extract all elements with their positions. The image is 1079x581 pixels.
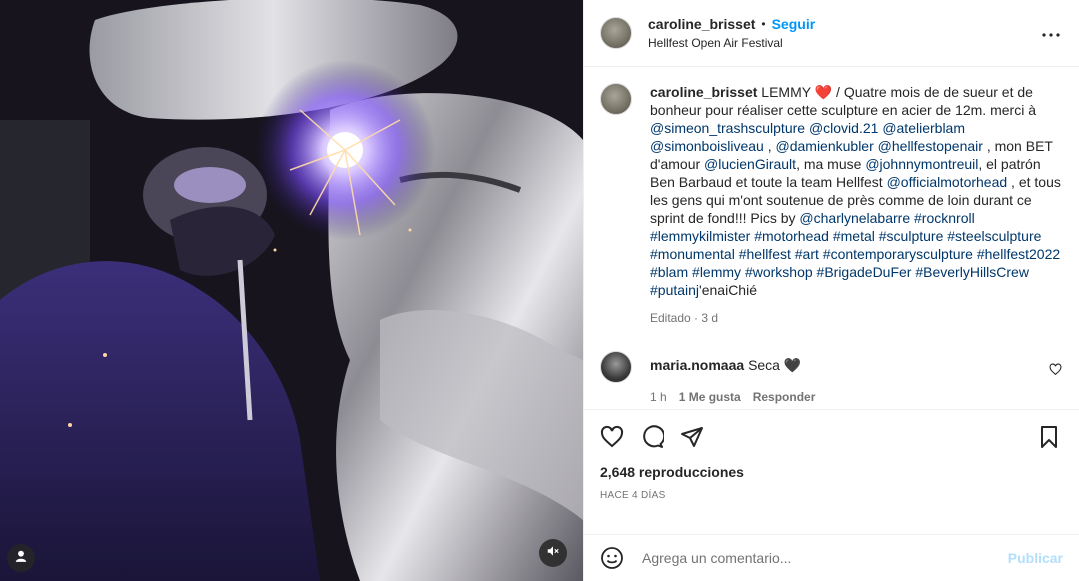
- view-count[interactable]: 2,648 reproducciones: [600, 464, 1063, 480]
- caption-link[interactable]: @hellfestopenair: [878, 138, 983, 154]
- caption-fragment: ,: [763, 138, 776, 154]
- more-horizontal-icon: [1042, 24, 1060, 42]
- post-media[interactable]: [0, 0, 583, 581]
- caption-link[interactable]: #sculpture: [879, 228, 944, 244]
- caption-fragment: 'enaiChié: [699, 282, 757, 298]
- caption-link[interactable]: @clovid.21: [809, 120, 878, 136]
- comment-body: Seca 🖤: [748, 357, 802, 373]
- caption-link[interactable]: #lemmy: [692, 264, 741, 280]
- comment-text: maria.nomaaa Seca 🖤: [650, 351, 1049, 374]
- paper-plane-icon[interactable]: [680, 424, 706, 450]
- more-options-button[interactable]: [1039, 21, 1063, 45]
- comment-meta: 1 h 1 Me gusta Responder: [650, 390, 1049, 404]
- comment-composer: Publicar: [584, 534, 1079, 581]
- follow-button[interactable]: Seguir: [772, 16, 816, 32]
- caption-link[interactable]: #lemmykilmister: [650, 228, 750, 244]
- caption-link[interactable]: #monumental: [650, 246, 735, 262]
- caption-text: caroline_brisset LEMMY ❤️ / Quatre mois …: [650, 83, 1063, 299]
- caption-link[interactable]: @damienkubler: [776, 138, 874, 154]
- caption: caroline_brisset LEMMY ❤️ / Quatre mois …: [600, 83, 1063, 325]
- caption-link[interactable]: @atelierblam: [882, 120, 965, 136]
- caption-fragment: LEMMY: [761, 84, 815, 100]
- caption-link[interactable]: @simeon_trashsculpture: [650, 120, 805, 136]
- caption-link[interactable]: #BrigadeDuFer: [817, 264, 912, 280]
- caption-fragment: , ma muse: [796, 156, 866, 172]
- caption-link[interactable]: #hellfest2022: [977, 246, 1060, 262]
- bookmark-icon[interactable]: [1037, 424, 1063, 450]
- user-tag-icon: [14, 549, 28, 568]
- comment-input[interactable]: [640, 549, 1008, 567]
- caption-link[interactable]: #metal: [833, 228, 875, 244]
- caption-link[interactable]: #contemporarysculpture: [823, 246, 973, 262]
- comment-time[interactable]: 1 h: [650, 390, 667, 404]
- post-date[interactable]: HACE 4 DÍAS: [600, 490, 1063, 501]
- caption-link[interactable]: #blam: [650, 264, 688, 280]
- caption-link[interactable]: #workshop: [745, 264, 813, 280]
- caption-link[interactable]: @charlynelabarre: [799, 210, 910, 226]
- separator-dot: •: [761, 17, 766, 31]
- author-avatar[interactable]: [600, 17, 632, 49]
- emoji-smiley-icon[interactable]: [600, 546, 624, 570]
- caption-link[interactable]: @officialmotorhead: [887, 174, 1008, 190]
- caption-link[interactable]: #steelsculpture: [947, 228, 1041, 244]
- heart-outline-small-icon[interactable]: [1049, 363, 1063, 377]
- sound-off-icon: [546, 544, 560, 563]
- caption-link[interactable]: #BeverlyHillsCrew: [915, 264, 1029, 280]
- comment-item: maria.nomaaa Seca 🖤 1 h 1 Me gusta Respo…: [600, 351, 1063, 404]
- reply-button[interactable]: Responder: [753, 390, 816, 404]
- publish-button[interactable]: Publicar: [1008, 550, 1063, 566]
- commenter-username[interactable]: maria.nomaaa: [650, 357, 744, 373]
- comment-bubble-icon[interactable]: [640, 424, 666, 450]
- caption-link[interactable]: #motorhead: [754, 228, 829, 244]
- caption-link[interactable]: #rocknroll: [914, 210, 975, 226]
- comment-likes[interactable]: 1 Me gusta: [679, 390, 741, 404]
- post-location[interactable]: Hellfest Open Air Festival: [648, 36, 1039, 50]
- caption-meta: Editado · 3 d: [650, 311, 719, 325]
- commenter-avatar[interactable]: [600, 351, 632, 383]
- post-side-panel: caroline_brisset • Seguir Hellfest Open …: [583, 0, 1079, 581]
- author-username[interactable]: caroline_brisset: [648, 16, 755, 32]
- caption-link[interactable]: #art: [795, 246, 819, 262]
- tagged-users-button[interactable]: [7, 544, 35, 572]
- post-header: caroline_brisset • Seguir Hellfest Open …: [584, 0, 1079, 67]
- heart-emoji: ❤️: [814, 84, 833, 100]
- post-actions: 2,648 reproducciones HACE 4 DÍAS: [584, 409, 1079, 534]
- caption-link[interactable]: @simonboisliveau: [650, 138, 764, 154]
- comments-scroll-area[interactable]: caroline_brisset LEMMY ❤️ / Quatre mois …: [584, 67, 1079, 409]
- caption-author-avatar[interactable]: [600, 83, 632, 115]
- welding-photo: [0, 0, 583, 581]
- caption-link[interactable]: @lucienGirault: [704, 156, 796, 172]
- caption-link[interactable]: #putainj: [650, 282, 699, 298]
- heart-outline-icon[interactable]: [600, 424, 626, 450]
- caption-link[interactable]: @johnnymontreuil: [865, 156, 978, 172]
- mute-toggle-button[interactable]: [539, 539, 567, 567]
- caption-username[interactable]: caroline_brisset: [650, 84, 757, 100]
- post-container: caroline_brisset • Seguir Hellfest Open …: [0, 0, 1079, 581]
- caption-link[interactable]: #hellfest: [739, 246, 791, 262]
